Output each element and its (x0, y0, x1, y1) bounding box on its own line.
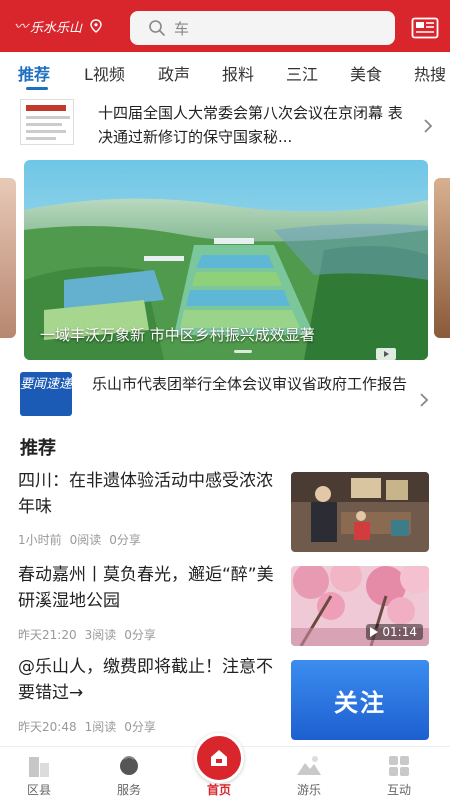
banner-carousel[interactable]: 一域丰沃万象新 市中区乡村振兴成效显著 (0, 160, 450, 360)
tab-lvideo[interactable]: L视频 (84, 61, 125, 85)
section-title: 推荐 (20, 438, 56, 459)
chevron-right-icon (420, 393, 429, 407)
heritage-photo (291, 472, 429, 552)
tab-food[interactable]: 美食 (350, 61, 382, 85)
chevron-right-icon (424, 119, 433, 133)
key-news-text: 乐山市代表团举行全体会议审议省政府工作报告 (92, 375, 408, 393)
home-button[interactable] (194, 733, 244, 783)
newspaper-icon[interactable] (411, 17, 439, 39)
tab-sanjiang[interactable]: 三江 (286, 61, 318, 85)
article-title: @乐山人，缴费即将截止！注意不要错过→ (18, 657, 273, 703)
play-icon (370, 627, 379, 637)
article-meta: 昨天21:20 3阅读 0分享 (18, 626, 164, 643)
article-time: 1小时前 (18, 533, 62, 547)
video-thumbnail[interactable]: 01:14 (291, 566, 429, 646)
tab-trending[interactable]: 热搜 (414, 61, 446, 85)
article-reads: 1阅读 (84, 720, 117, 734)
search-bar[interactable]: 车 (130, 11, 395, 45)
nav-service[interactable]: 服务 (94, 747, 164, 800)
search-icon (149, 20, 165, 36)
nav-label: 游乐 (296, 783, 321, 797)
channel-tabs: 推荐 L视频 政声 报料 三江 美食 热搜 (0, 52, 450, 94)
follow-thumbnail: 关注 (291, 660, 429, 740)
service-icon (120, 756, 138, 775)
tab-report[interactable]: 报料 (222, 61, 254, 85)
interact-icon (389, 756, 409, 776)
article-meta: 1小时前 0阅读 0分享 (18, 531, 149, 548)
search-placeholder: 车 (174, 19, 190, 38)
video-badge-icon (376, 348, 396, 360)
county-icon (29, 757, 49, 777)
tab-politics[interactable]: 政声 (158, 61, 190, 85)
article-reads: 0阅读 (69, 533, 102, 547)
article-reads: 3阅读 (84, 628, 117, 642)
key-news-icon: 要闻速递 (20, 372, 72, 416)
top-headline-row[interactable]: 十四届全国人大常委会第八次会议在京闭幕 表决通过新修订的保守国家秘... (0, 97, 450, 157)
travel-icon (297, 756, 321, 775)
logo-text: 乐水乐山 (30, 20, 83, 36)
article-time: 昨天20:48 (18, 720, 77, 734)
nav-label: 区县 (26, 783, 51, 797)
location-pin-icon[interactable] (90, 19, 102, 33)
video-duration-badge: 01:14 (366, 624, 423, 640)
article-shares: 0分享 (124, 720, 156, 734)
article-thumbnail (291, 472, 429, 552)
carousel-caption: 一域丰沃万象新 市中区乡村振兴成效显著 (40, 326, 315, 344)
nav-label: 服务 (116, 783, 141, 797)
follow-thumbnail-text: 关注 (334, 688, 386, 717)
article-title: 四川：在非遗体验活动中感受浓浓年味 (18, 471, 273, 517)
newspaper-thumbnail (20, 99, 74, 145)
carousel-indicator (234, 350, 252, 353)
nav-interact[interactable]: 互动 (364, 747, 434, 800)
article-meta: 昨天20:48 1阅读 0分享 (18, 718, 164, 735)
home-icon (211, 750, 227, 766)
headline-text: 十四届全国人大常委会第八次会议在京闭幕 表决通过新修订的保守国家秘... (98, 104, 403, 146)
article-shares: 0分享 (124, 628, 156, 642)
nav-county[interactable]: 区县 (4, 747, 74, 800)
nav-label: 互动 (386, 783, 411, 797)
active-tab-indicator (26, 87, 48, 90)
article-title: 春动嘉州丨莫负春光，邂逅“醉”美研溪湿地公园 (18, 565, 274, 611)
wave-icon: 〰 (14, 19, 28, 35)
nav-label: 首页 (206, 783, 231, 797)
video-duration: 01:14 (382, 625, 417, 639)
article-shares: 0分享 (109, 533, 141, 547)
app-header: 〰 乐水乐山 车 (0, 0, 450, 52)
carousel-slide[interactable]: 一域丰沃万象新 市中区乡村振兴成效显著 (24, 160, 428, 360)
carousel-prev-slide[interactable] (0, 178, 16, 338)
carousel-next-slide[interactable] (434, 178, 450, 338)
article-time: 昨天21:20 (18, 628, 77, 642)
app-logo[interactable]: 〰 乐水乐山 (14, 14, 102, 38)
key-news-row[interactable]: 要闻速递 乐山市代表团举行全体会议审议省政府工作报告 (0, 366, 450, 426)
tab-recommend[interactable]: 推荐 (18, 61, 50, 85)
nav-travel[interactable]: 游乐 (274, 747, 344, 800)
